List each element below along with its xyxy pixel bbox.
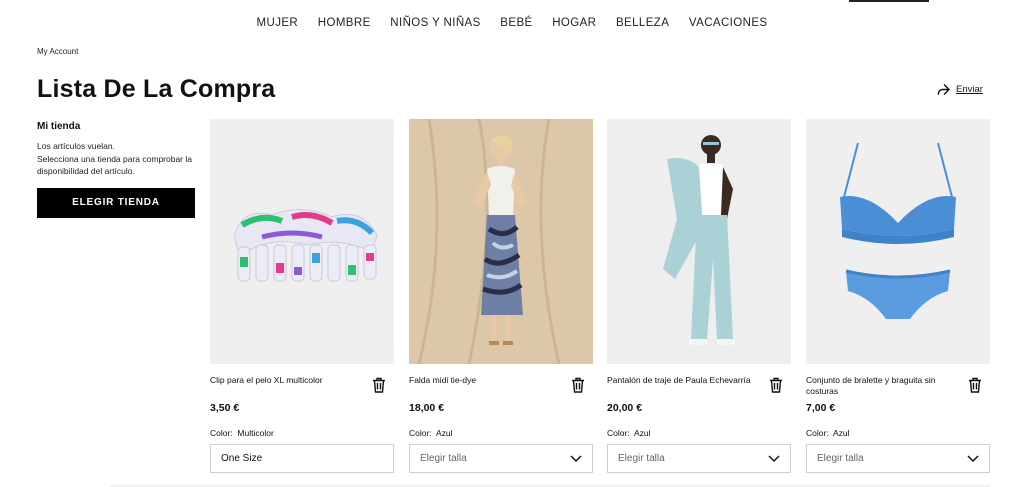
page-title: Lista De La Compra xyxy=(37,75,276,103)
store-text-2: Selecciona una tienda para comprobar la … xyxy=(37,153,192,177)
main-nav: MUJER HOMBRE NIÑOS Y NIÑAS BEBÉ HOGAR BE… xyxy=(0,17,1024,29)
choose-store-button[interactable]: ELEGIR TIENDA xyxy=(37,187,195,218)
store-heading: Mi tienda xyxy=(37,121,81,132)
product-card: Clip para el pelo XL multicolor 3,50 € C… xyxy=(210,119,394,473)
account-underline xyxy=(849,0,929,2)
send-button[interactable]: Enviar xyxy=(937,83,983,96)
product-color: Color: Azul xyxy=(607,428,651,438)
size-select[interactable]: Elegir talla xyxy=(607,444,791,473)
product-card: Falda midi tie-dye 18,00 € Color: Azul E… xyxy=(409,119,593,473)
trash-icon[interactable] xyxy=(968,377,982,393)
chevron-down-icon xyxy=(967,454,979,462)
product-name[interactable]: Conjunto de bralette y braguita sin cost… xyxy=(806,375,956,399)
store-panel: Mi tienda Los artículos vuelan. Seleccio… xyxy=(37,121,197,218)
store-text-1: Los artículos vuelan. xyxy=(37,141,115,151)
nav-ninos[interactable]: NIÑOS Y NIÑAS xyxy=(390,17,480,29)
product-price: 18,00 € xyxy=(409,402,445,414)
trash-icon[interactable] xyxy=(372,377,386,393)
product-color: Color: Azul xyxy=(806,428,850,438)
product-color: Color: Multicolor xyxy=(210,428,274,438)
product-name[interactable]: Clip para el pelo XL multicolor xyxy=(210,375,360,399)
nav-hogar[interactable]: HOGAR xyxy=(552,17,596,29)
product-color: Color: Azul xyxy=(409,428,453,438)
nav-bebe[interactable]: BEBÉ xyxy=(500,17,532,29)
size-select[interactable]: Elegir talla xyxy=(409,444,593,473)
nav-vacaciones[interactable]: VACACIONES xyxy=(689,17,768,29)
product-name[interactable]: Pantalón de traje de Paula Echevarría xyxy=(607,375,757,399)
size-select[interactable]: One Size xyxy=(210,444,394,473)
product-name[interactable]: Falda midi tie-dye xyxy=(409,375,559,399)
product-image[interactable] xyxy=(806,119,990,364)
trash-icon[interactable] xyxy=(571,377,585,393)
nav-mujer[interactable]: MUJER xyxy=(257,17,299,29)
product-price: 20,00 € xyxy=(607,402,643,414)
breadcrumb[interactable]: My Account xyxy=(37,47,78,56)
product-image[interactable] xyxy=(409,119,593,364)
share-arrow-icon xyxy=(937,84,950,95)
nav-hombre[interactable]: HOMBRE xyxy=(318,17,371,29)
send-label: Enviar xyxy=(956,84,983,95)
product-card: Conjunto de bralette y braguita sin cost… xyxy=(806,119,990,473)
product-card: Pantalón de traje de Paula Echevarría 20… xyxy=(607,119,791,473)
product-price: 7,00 € xyxy=(806,402,836,414)
product-image[interactable] xyxy=(607,119,791,364)
product-image[interactable] xyxy=(210,119,394,364)
product-price: 3,50 € xyxy=(210,402,240,414)
nav-belleza[interactable]: BELLEZA xyxy=(616,17,669,29)
size-select[interactable]: Elegir talla xyxy=(806,444,990,473)
trash-icon[interactable] xyxy=(769,377,783,393)
chevron-down-icon xyxy=(768,454,780,462)
chevron-down-icon xyxy=(570,454,582,462)
